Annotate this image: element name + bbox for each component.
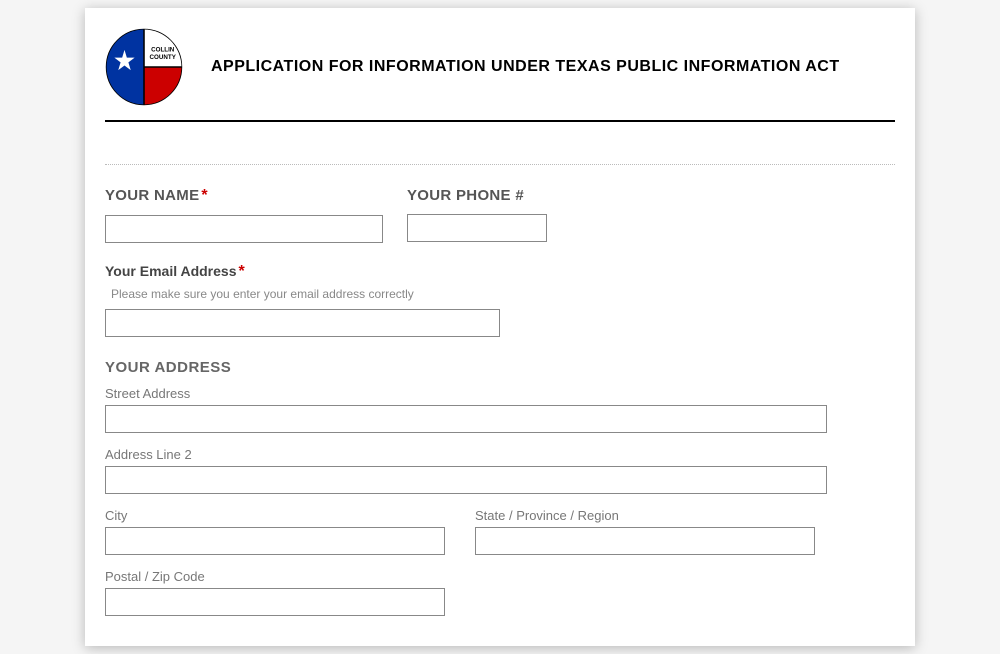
street-input[interactable] [105,405,827,433]
city-input[interactable] [105,527,445,555]
line2-label: Address Line 2 [105,447,827,462]
divider-dotted [105,164,895,165]
phone-input[interactable] [407,214,547,242]
svg-text:COLLIN: COLLIN [151,46,175,53]
collin-county-logo: COLLIN COUNTY [105,28,183,106]
required-mark: * [238,263,244,280]
state-label: State / Province / Region [475,508,815,523]
postal-input[interactable] [105,588,445,616]
name-input[interactable] [105,215,383,243]
email-helper: Please make sure you enter your email ad… [111,287,500,301]
email-input[interactable] [105,309,500,337]
required-mark: * [201,187,208,204]
street-label: Street Address [105,386,827,401]
divider-thick [105,120,895,122]
name-label: YOUR NAME* [105,187,383,205]
header: COLLIN COUNTY APPLICATION FOR INFORMATIO… [105,28,895,120]
email-label: Your Email Address* [105,263,500,281]
postal-label: Postal / Zip Code [105,569,445,584]
phone-label: YOUR PHONE # [407,187,547,204]
address-section-label: YOUR ADDRESS [105,359,895,376]
page-title: APPLICATION FOR INFORMATION UNDER TEXAS … [211,58,840,76]
city-label: City [105,508,445,523]
svg-text:COUNTY: COUNTY [150,54,177,61]
form-page: COLLIN COUNTY APPLICATION FOR INFORMATIO… [85,8,915,646]
line2-input[interactable] [105,466,827,494]
state-input[interactable] [475,527,815,555]
